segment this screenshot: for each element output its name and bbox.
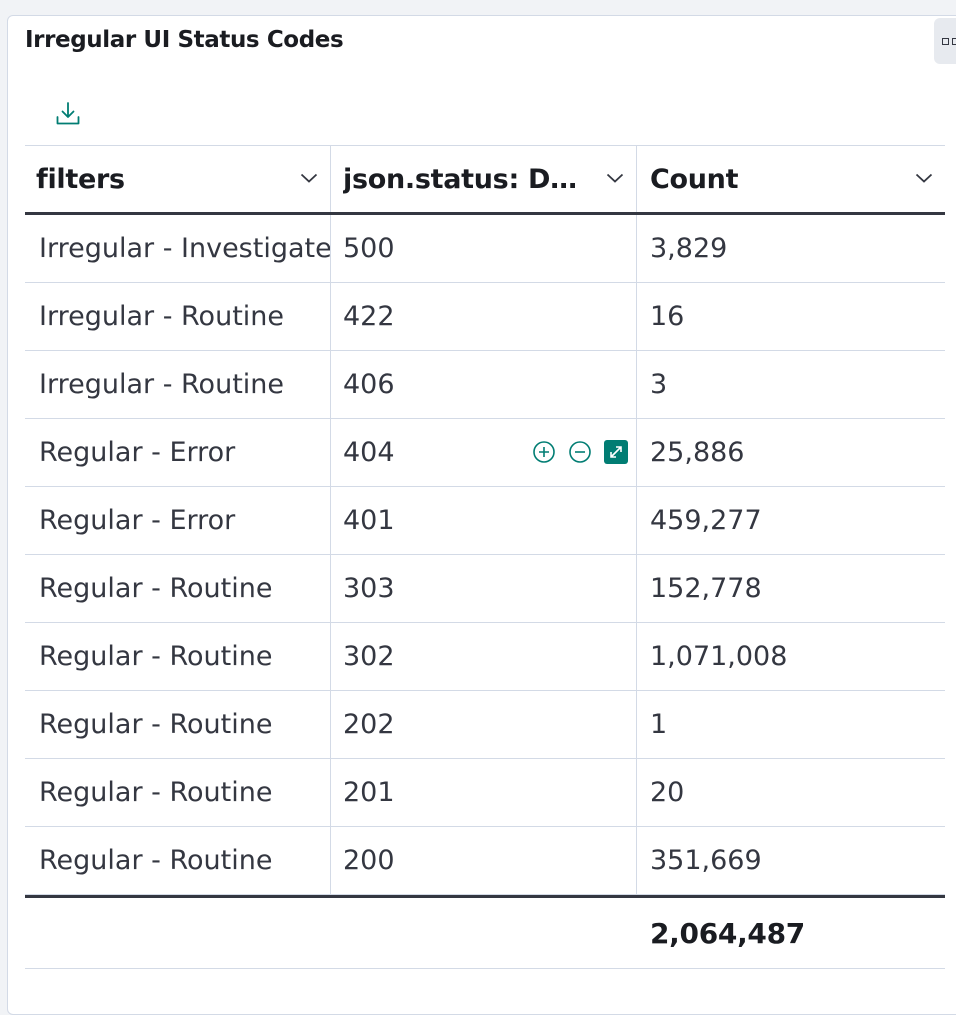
column-header-count[interactable]: Count [637, 146, 945, 212]
expand-button[interactable] [604, 440, 628, 464]
table-row: Irregular - Routine 422 16 [25, 283, 945, 351]
filter-cell[interactable]: Regular - Routine [25, 691, 331, 758]
download-button[interactable] [54, 100, 82, 128]
table-row: Regular - Routine 303 152,778 [25, 555, 945, 623]
status-cell-value: 404 [343, 437, 395, 468]
total-count: 2,064,487 [650, 916, 805, 950]
filter-cell[interactable]: Regular - Error [25, 487, 331, 554]
panel-options-icon-part [952, 38, 956, 45]
count-cell[interactable]: 152,778 [637, 555, 945, 622]
table-row: Regular - Routine 202 1 [25, 691, 945, 759]
table-row: Irregular - Investigate 500 3,829 [25, 215, 945, 283]
filter-cell[interactable]: Regular - Error [25, 419, 331, 486]
filter-cell[interactable]: Regular - Routine [25, 759, 331, 826]
status-cell[interactable]: 422 [331, 283, 637, 350]
status-cell[interactable]: 302 [331, 623, 637, 690]
table-header-row: filters json.status: Des... Count [25, 145, 945, 215]
chevron-down-icon[interactable] [300, 172, 318, 184]
column-header-label: json.status: Des... [343, 163, 588, 195]
count-cell[interactable]: 459,277 [637, 487, 945, 554]
chevron-down-icon[interactable] [606, 172, 624, 184]
expand-icon [610, 446, 622, 458]
panel-options-button[interactable] [934, 18, 956, 64]
status-cell[interactable]: 401 [331, 487, 637, 554]
filter-cell[interactable]: Irregular - Routine [25, 283, 331, 350]
status-cell[interactable]: 500 [331, 215, 637, 282]
count-cell[interactable]: 20 [637, 759, 945, 826]
column-header-label: filters [36, 163, 125, 195]
chevron-down-icon[interactable] [915, 172, 933, 184]
filter-cell[interactable]: Irregular - Investigate [25, 215, 331, 282]
total-count-cell: 2,064,487 [637, 898, 945, 968]
count-cell[interactable]: 3 [637, 351, 945, 418]
count-cell[interactable]: 351,669 [637, 827, 945, 894]
minus-circle-icon[interactable] [568, 440, 592, 464]
table-row: Regular - Error 401 459,277 [25, 487, 945, 555]
panel-title: Irregular UI Status Codes [25, 27, 344, 53]
count-cell[interactable]: 16 [637, 283, 945, 350]
table-row: Regular - Error 404 25,886 [25, 419, 945, 487]
filter-cell[interactable]: Irregular - Routine [25, 351, 331, 418]
status-cell[interactable]: 303 [331, 555, 637, 622]
table-footer-row: 2,064,487 [25, 895, 945, 969]
table-row: Regular - Routine 201 20 [25, 759, 945, 827]
count-cell[interactable]: 1,071,008 [637, 623, 945, 690]
table-row: Regular - Routine 302 1,071,008 [25, 623, 945, 691]
status-cell[interactable]: 200 [331, 827, 637, 894]
filter-cell[interactable]: Regular - Routine [25, 623, 331, 690]
status-cell-hovered[interactable]: 404 [331, 419, 637, 486]
data-table: filters json.status: Des... Count Irregu… [25, 145, 945, 969]
panel-options-icon [942, 38, 949, 45]
filter-cell[interactable]: Regular - Routine [25, 555, 331, 622]
column-header-status[interactable]: json.status: Des... [331, 146, 637, 212]
cell-actions [532, 440, 628, 464]
status-cell[interactable]: 201 [331, 759, 637, 826]
footer-empty-cell [331, 898, 637, 968]
count-cell[interactable]: 1 [637, 691, 945, 758]
plus-circle-icon[interactable] [532, 440, 556, 464]
column-header-label: Count [650, 163, 739, 195]
count-cell[interactable]: 3,829 [637, 215, 945, 282]
table-row: Irregular - Routine 406 3 [25, 351, 945, 419]
column-header-filters[interactable]: filters [25, 146, 331, 212]
status-cell[interactable]: 406 [331, 351, 637, 418]
filter-cell[interactable]: Regular - Routine [25, 827, 331, 894]
footer-empty-cell [25, 898, 331, 968]
table-row: Regular - Routine 200 351,669 [25, 827, 945, 895]
count-cell[interactable]: 25,886 [637, 419, 945, 486]
status-cell[interactable]: 202 [331, 691, 637, 758]
download-icon [56, 102, 80, 125]
visualization-panel: Irregular UI Status Codes filters json.s… [7, 15, 956, 1015]
